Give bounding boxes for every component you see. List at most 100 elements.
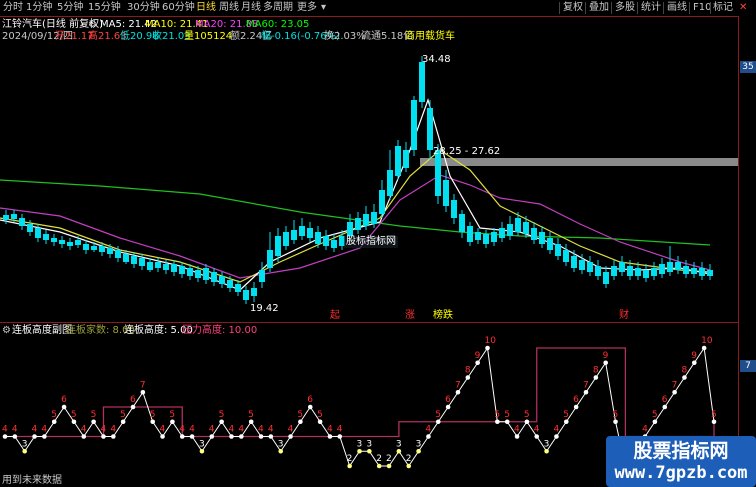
height-point: [593, 375, 599, 380]
height-point: [160, 434, 165, 439]
height-point: [416, 448, 421, 454]
height-point-label: 4: [32, 425, 38, 435]
candle: [59, 236, 65, 248]
close-icon[interactable]: ✕: [739, 1, 747, 15]
panel-divider: [0, 322, 738, 323]
height-point: [672, 389, 677, 395]
height-point-label: 4: [425, 425, 431, 435]
height-point-label: 4: [288, 425, 294, 435]
candle: [307, 222, 313, 242]
height-point-label: 5: [120, 410, 126, 420]
height-point-label: 5: [219, 410, 225, 420]
height-point-label: 3: [22, 439, 28, 449]
candle: [675, 256, 681, 274]
height-point: [239, 434, 244, 439]
candle: [299, 218, 305, 240]
subchart-gear-icon[interactable]: ⚙: [2, 325, 11, 336]
candle: [507, 216, 513, 240]
height-point: [367, 448, 372, 454]
height-point: [504, 419, 510, 425]
height-point-label: 7: [583, 380, 589, 390]
height-point-label: 6: [445, 395, 451, 405]
height-point: [209, 434, 215, 439]
height-point-label: 8: [593, 366, 599, 376]
candle: [483, 230, 489, 248]
candle: [667, 246, 673, 276]
candle: [563, 244, 569, 266]
height-point-label: 4: [81, 425, 87, 435]
height-point: [170, 419, 175, 425]
price-range-box: [420, 158, 738, 166]
height-point: [435, 419, 441, 425]
height-point-label: 5: [317, 410, 323, 420]
height-point: [406, 463, 412, 469]
height-point-label: 4: [209, 425, 215, 435]
pressure-height: 压力高度: 10.00: [182, 325, 258, 336]
height-point-label: 2: [406, 454, 412, 464]
height-point: [101, 434, 106, 439]
candle: [587, 256, 593, 276]
height-point: [81, 434, 87, 439]
height-point-label: 4: [238, 425, 244, 435]
height-point-label: 4: [41, 425, 47, 435]
candle: [459, 210, 465, 238]
price-min-label: 19.42: [250, 303, 279, 314]
height-point: [120, 419, 126, 425]
future-data-note: 用到未来数据: [2, 475, 62, 486]
candle: [467, 222, 473, 246]
height-point-label: 4: [110, 425, 116, 435]
height-point: [692, 360, 697, 366]
height-point: [386, 463, 392, 469]
candle: [387, 150, 393, 200]
height-point-label: 3: [544, 439, 550, 449]
height-point-label: 4: [327, 425, 333, 435]
height-point: [32, 434, 37, 439]
candle: [491, 228, 497, 246]
candle: [323, 230, 329, 250]
ma10-line: [0, 149, 711, 283]
height-point: [219, 419, 224, 425]
height-point-label: 3: [416, 439, 422, 449]
height-point-label: 3: [396, 439, 402, 449]
height-point: [554, 434, 559, 439]
height-point-label: 3: [278, 439, 284, 449]
height-point-label: 9: [603, 351, 609, 361]
height-point-label: 4: [12, 425, 18, 435]
height-point: [514, 434, 520, 439]
candle: [179, 262, 185, 278]
height-point: [376, 463, 382, 469]
range-label: 28.25 - 27.62: [433, 146, 501, 157]
height-point: [475, 360, 480, 366]
height-point: [495, 419, 500, 425]
ma5-line: [0, 98, 711, 291]
height-point-label: 5: [652, 410, 658, 420]
height-point: [524, 419, 530, 425]
height-point-label: 5: [711, 410, 717, 420]
height-point: [317, 419, 323, 425]
height-point: [307, 404, 313, 410]
height-point-label: 6: [307, 395, 313, 405]
height-point: [12, 434, 18, 439]
candle: [251, 282, 257, 302]
height-point-label: 5: [248, 410, 254, 420]
height-point-label: 5: [524, 410, 530, 420]
candle: [83, 240, 89, 254]
candle: [51, 234, 57, 246]
candle: [475, 228, 481, 244]
height-point: [91, 419, 96, 425]
height-point: [140, 389, 146, 395]
height-point: [248, 419, 254, 425]
height-point-label: 6: [61, 395, 67, 405]
height-point-label: 5: [435, 410, 441, 420]
height-point-label: 3: [366, 439, 372, 449]
candle: [211, 268, 217, 286]
height-point-label: 5: [504, 410, 510, 420]
height-point: [130, 404, 136, 410]
height-point: [268, 434, 274, 439]
height-point: [61, 404, 67, 410]
candle: [219, 272, 225, 288]
height-point: [544, 448, 549, 454]
height-point: [179, 434, 185, 439]
height-point-label: 4: [160, 425, 166, 435]
signal-label-fall: 榜跌: [433, 310, 453, 321]
